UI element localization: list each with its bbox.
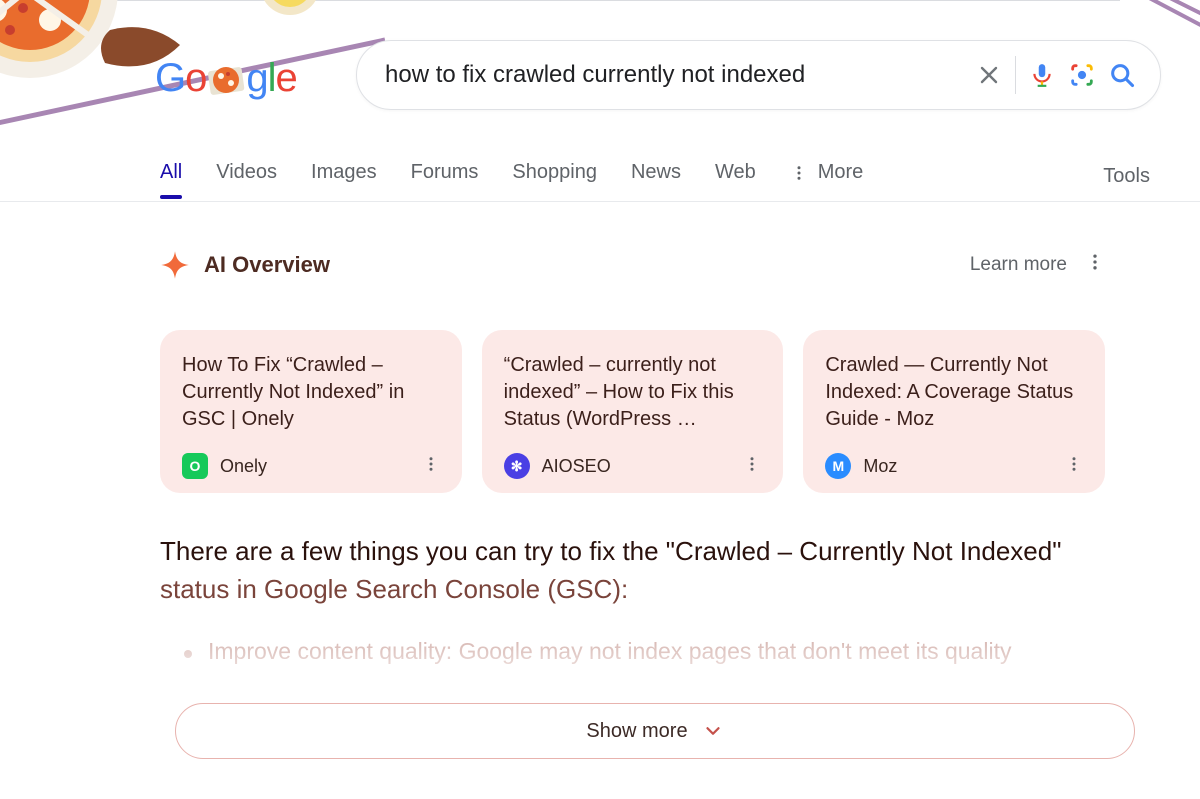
learn-more-link[interactable]: Learn more bbox=[970, 254, 1067, 276]
top-border bbox=[0, 0, 1200, 1]
card-title: Crawled — Currently Not Indexed: A Cover… bbox=[825, 352, 1083, 433]
tab-more[interactable]: More bbox=[790, 155, 864, 198]
source-card[interactable]: Crawled — Currently Not Indexed: A Cover… bbox=[803, 330, 1105, 493]
google-logo[interactable]: Go gle bbox=[155, 58, 297, 98]
tab-forums[interactable]: Forums bbox=[411, 155, 479, 198]
ai-overview-menu-icon[interactable] bbox=[1085, 252, 1105, 278]
voice-search-icon[interactable] bbox=[1022, 55, 1062, 95]
faded-text: Improve content quality: Google may not … bbox=[208, 638, 1011, 665]
search-icon[interactable] bbox=[1102, 55, 1142, 95]
clear-icon[interactable] bbox=[969, 55, 1009, 95]
show-more-label: Show more bbox=[586, 720, 687, 743]
divider bbox=[1015, 56, 1016, 94]
more-vert-icon bbox=[790, 164, 808, 182]
tab-all[interactable]: All bbox=[160, 155, 182, 198]
sparkle-icon bbox=[160, 250, 190, 280]
search-tabs: All Videos Images Forums Shopping News W… bbox=[160, 155, 1160, 198]
site-name: AIOSEO bbox=[542, 456, 611, 477]
chevron-down-icon bbox=[702, 720, 724, 742]
site-favicon: M bbox=[825, 453, 851, 479]
tabs-separator bbox=[0, 201, 1200, 202]
card-menu-icon[interactable] bbox=[422, 455, 440, 478]
tab-images[interactable]: Images bbox=[311, 155, 377, 198]
card-title: “Crawled – currently not indexed” – How … bbox=[504, 352, 762, 433]
show-more-button[interactable]: Show more bbox=[175, 703, 1135, 759]
site-name: Onely bbox=[220, 456, 267, 477]
ai-overview-header: AI Overview Learn more bbox=[160, 250, 1105, 280]
answer-faded-item: Improve content quality: Google may not … bbox=[160, 638, 1105, 665]
more-label: More bbox=[818, 161, 864, 184]
tab-web[interactable]: Web bbox=[715, 155, 756, 198]
search-bar bbox=[356, 40, 1161, 110]
tab-videos[interactable]: Videos bbox=[216, 155, 277, 198]
answer-lead-rest: status in Google Search Console (GSC): bbox=[160, 574, 628, 604]
site-favicon: ✻ bbox=[504, 453, 530, 479]
source-card[interactable]: “Crawled – currently not indexed” – How … bbox=[482, 330, 784, 493]
tab-shopping[interactable]: Shopping bbox=[512, 155, 597, 198]
site-favicon: O bbox=[182, 453, 208, 479]
answer-lead-dark: There are a few things you can try to fi… bbox=[160, 536, 1061, 566]
source-card[interactable]: How To Fix “Crawled – Currently Not Inde… bbox=[160, 330, 462, 493]
ai-overview-section: AI Overview Learn more How To Fix “Crawl… bbox=[160, 230, 1105, 665]
site-name: Moz bbox=[863, 456, 897, 477]
tools-button[interactable]: Tools bbox=[1103, 165, 1160, 188]
source-cards: How To Fix “Crawled – Currently Not Inde… bbox=[160, 330, 1105, 493]
lens-search-icon[interactable] bbox=[1062, 55, 1102, 95]
card-title: How To Fix “Crawled – Currently Not Inde… bbox=[182, 352, 440, 433]
card-menu-icon[interactable] bbox=[1065, 455, 1083, 478]
search-input[interactable] bbox=[385, 61, 969, 89]
ai-overview-title: AI Overview bbox=[204, 252, 330, 278]
tab-news[interactable]: News bbox=[631, 155, 681, 198]
ai-answer-text: There are a few things you can try to fi… bbox=[160, 533, 1105, 608]
bullet-icon bbox=[184, 650, 192, 658]
card-menu-icon[interactable] bbox=[743, 455, 761, 478]
